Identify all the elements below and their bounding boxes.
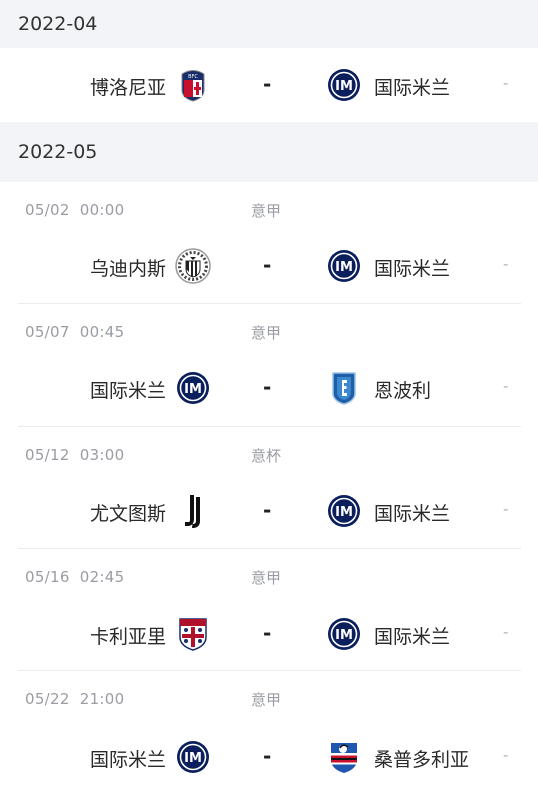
match-time: 02:45 (79, 568, 125, 586)
away-team-name: 国际米兰 (374, 626, 451, 648)
competition-label: 意甲 (251, 569, 282, 587)
juventus-crest-icon (175, 493, 211, 529)
away-team-name: 国际米兰 (374, 258, 451, 280)
svg-text:IM: IM (335, 628, 353, 643)
match-datetime: 05/12 03:00 (25, 446, 124, 464)
match-time: 21:00 (79, 690, 125, 708)
score: - (263, 375, 272, 399)
svg-text:BFC: BFC (188, 74, 198, 80)
home-team-name: 尤文图斯 (89, 503, 166, 525)
bologna-crest-icon: BFC (175, 67, 211, 103)
match-extra: - (503, 255, 509, 273)
inter-crest-icon: IM (175, 739, 211, 775)
score: - (263, 498, 272, 522)
month-header-2022-04: 2022-04 (0, 0, 538, 48)
month-label: 2022-04 (18, 13, 98, 35)
match-row[interactable]: 05/07 00:45 意甲 国际米兰 IM - 恩波利 - (0, 304, 538, 426)
competition-label: 意甲 (251, 691, 282, 709)
match-date: 05/07 (25, 323, 70, 341)
score: - (263, 72, 272, 96)
inter-crest-icon: IM (175, 370, 211, 406)
match-datetime: 05/02 00:00 (25, 201, 124, 219)
match-datetime: 05/22 21:00 (25, 690, 124, 708)
svg-text:IM: IM (335, 79, 353, 94)
away-team-name: 恩波利 (374, 380, 432, 402)
away-team-name: 国际米兰 (374, 503, 451, 525)
inter-crest-icon: IM (326, 67, 362, 103)
match-time: 00:45 (79, 323, 125, 341)
match-extra: - (503, 377, 509, 395)
match-row[interactable]: 05/12 03:00 意杯 尤文图斯 - IM 国际米兰 - (0, 427, 538, 548)
match-row[interactable]: 05/02 00:00 意甲 乌迪内斯 - IM 国际米兰 - (0, 182, 538, 303)
inter-crest-icon: IM (326, 493, 362, 529)
inter-crest-icon: IM (326, 616, 362, 652)
match-time: 03:00 (79, 446, 125, 464)
away-team-name: 桑普多利亚 (374, 749, 470, 771)
cagliari-crest-icon (175, 616, 211, 652)
match-time: 00:00 (79, 201, 125, 219)
svg-text:IM: IM (335, 505, 353, 520)
match-extra: - (503, 74, 509, 92)
month-label: 2022-05 (18, 141, 98, 163)
match-row[interactable]: 博洛尼亚 BFC - IM 国际米兰 - (0, 48, 538, 122)
sampdoria-crest-icon (326, 739, 362, 775)
score: - (263, 744, 272, 768)
match-datetime: 05/16 02:45 (25, 568, 124, 586)
svg-text:IM: IM (184, 382, 202, 397)
competition-label: 意甲 (251, 202, 282, 220)
match-date: 05/12 (25, 446, 70, 464)
match-date: 05/22 (25, 690, 70, 708)
away-team-name: 国际米兰 (374, 77, 451, 99)
home-team-name: 乌迪内斯 (89, 258, 166, 280)
match-row[interactable]: 05/22 21:00 意甲 国际米兰 IM - 桑普多利亚 - (0, 671, 538, 790)
competition-label: 意甲 (251, 324, 282, 342)
match-extra: - (503, 746, 509, 764)
empoli-crest-icon (326, 370, 362, 406)
svg-text:IM: IM (184, 751, 202, 766)
udinese-crest-icon (175, 248, 211, 284)
home-team-name: 博洛尼亚 (89, 77, 166, 99)
match-datetime: 05/07 00:45 (25, 323, 124, 341)
svg-text:IM: IM (335, 260, 353, 275)
inter-crest-icon: IM (326, 248, 362, 284)
home-team-name: 国际米兰 (89, 749, 166, 771)
score: - (263, 621, 272, 645)
home-team-name: 国际米兰 (89, 380, 166, 402)
home-team-name: 卡利亚里 (89, 626, 166, 648)
match-row[interactable]: 05/16 02:45 意甲 卡利亚里 - IM 国际米兰 - (0, 549, 538, 670)
competition-label: 意杯 (251, 447, 282, 465)
match-date: 05/16 (25, 568, 70, 586)
match-date: 05/02 (25, 201, 70, 219)
month-header-2022-05: 2022-05 (0, 122, 538, 182)
match-extra: - (503, 623, 509, 641)
score: - (263, 253, 272, 277)
match-extra: - (503, 500, 509, 518)
